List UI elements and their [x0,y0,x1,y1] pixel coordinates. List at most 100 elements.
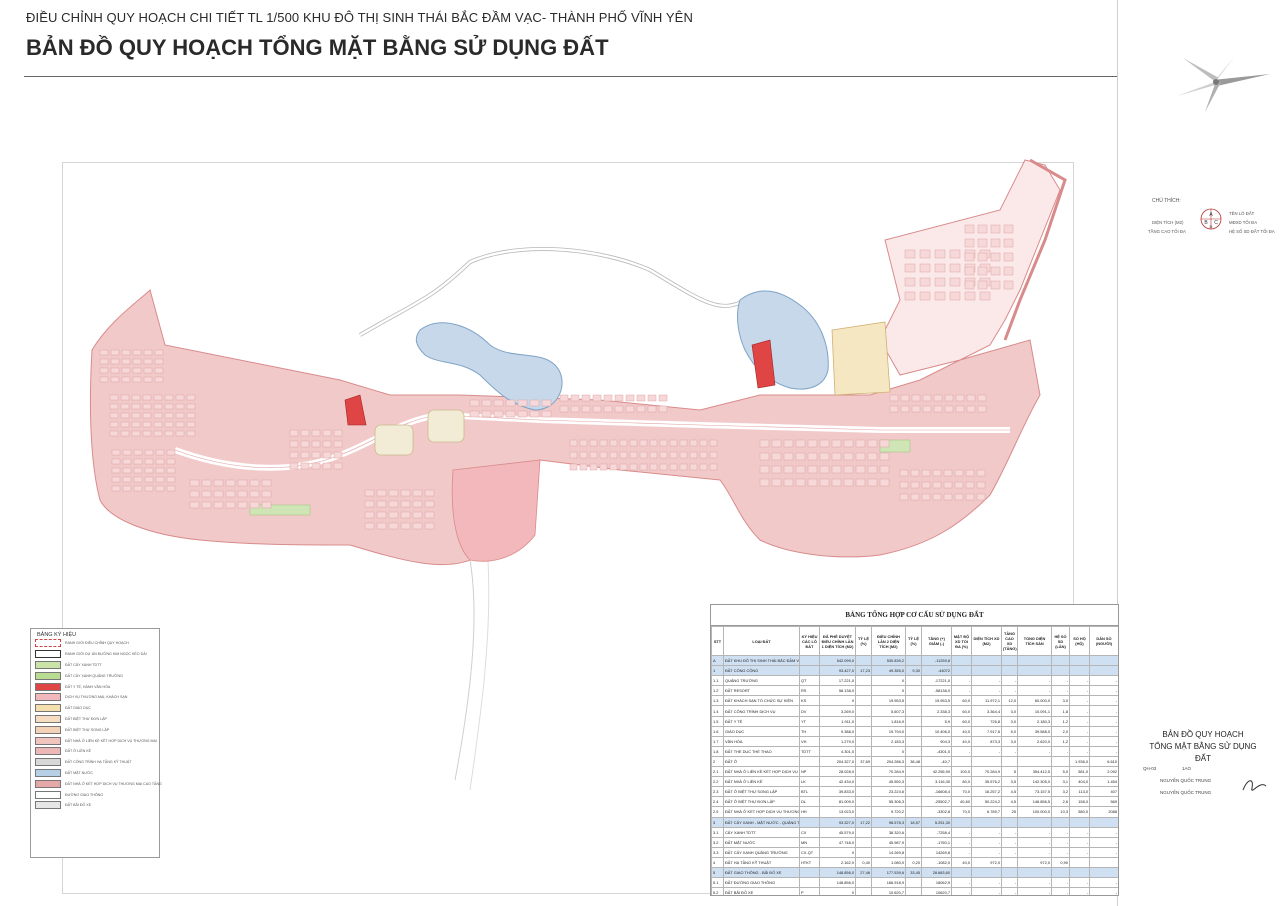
table-cell: 2.183,3 [871,735,906,747]
table-cell [855,887,872,895]
table-cell: 2088 [1089,806,1118,818]
residential-lot [469,410,480,418]
detached-villa-lot [965,481,975,489]
table-cell [855,877,872,889]
table-cell: -11259,8 [921,654,952,667]
residential-lot [659,439,668,447]
table-cell [905,654,922,667]
table-cell [1089,654,1118,667]
table-cell [905,846,922,858]
table-cell: 60,0 [951,715,972,727]
table-cell: - [1069,836,1090,848]
residential-lot [143,376,153,383]
table-cell: - [1051,675,1070,687]
residential-lot [609,463,618,471]
table-cell [855,826,872,838]
residential-lot [237,501,248,509]
table-cell: - [1069,735,1090,747]
table-cell: 28.683,60 [921,866,952,879]
detached-villa-lot [855,439,866,448]
residential-lot [709,463,718,471]
detached-villa-lot [819,465,830,474]
table-cell [799,866,820,879]
table-row: 3.1 CÂY XANH TDTT CX 45.579,0 38.320,6 -7258,… [711,826,1118,838]
residential-lot [333,440,343,448]
table-cell: 2.338,3 [921,705,952,717]
table-header-cell: TỶ LỆ (%) [855,626,872,656]
detached-villa-lot [855,478,866,487]
table-cell [905,836,922,848]
table-cell [855,705,872,717]
table-row: 1.2 ĐẤT RESORT RS 58.138,0 0 -58138,0- - - - - - - [711,685,1118,697]
table-cell: 40,0 [951,725,972,737]
table-cell: 17,22 [855,816,872,828]
table-cell: 5 [711,866,724,879]
northeast-lot [964,266,975,276]
table-cell: ĐẤT NHÀ Ở LIỀN KỀ KẾT HỢP DỊCH VỤ THƯƠNG… [723,766,800,778]
detached-villa-lot [783,465,794,474]
residential-lot [155,458,165,465]
table-cell: 50.224,2 [971,796,1002,808]
table-cell [855,745,872,757]
table-cell [951,816,972,828]
residential-lot [164,394,174,401]
table-cell: 10.620,7 [871,887,906,895]
table-cell [905,887,922,895]
table-cell: 5.2 [711,887,724,895]
table-cell [1017,816,1052,828]
residential-lot [609,451,618,459]
table-cell: 17,23 [855,665,872,677]
detached-villa-lot [921,493,931,501]
residential-lot [155,476,165,483]
residential-lot [122,485,132,492]
residential-lot [311,429,321,437]
residential-lot [529,399,540,407]
table-cell: 2.180,3 [1017,715,1052,727]
residential-lot [144,485,154,492]
detached-villa-lot [910,469,920,477]
table-cell: 580,0 [1069,806,1090,818]
residential-lot [213,490,224,498]
northeast-lot [977,280,988,290]
table-cell [1001,665,1018,677]
table-cell [971,816,1002,828]
table-cell: - [951,887,972,895]
residential-lot [911,394,921,402]
detached-villa-lot [771,465,782,474]
table-cell: 2.4 [711,796,724,808]
residential-lot [505,399,516,407]
table-cell: - [1001,685,1018,697]
residential-lot [424,489,435,497]
table-cell: 18,57 [905,816,922,828]
table-header-cell: TỔNG DIỆN TÍCH SÀN [1017,626,1052,656]
residential-lot [109,394,119,401]
table-cell [905,695,922,707]
signature-mark [1242,780,1267,791]
detached-villa-lot [867,452,878,461]
table-cell: 3,2 [1051,786,1070,798]
residential-lot [559,394,569,402]
residential-lot [122,449,132,456]
detached-villa-lot [783,478,794,487]
table-header-cell: TỶ LỆ (%) [905,626,922,656]
residential-lot [619,451,628,459]
table-cell: ĐẤT NHÀ Ở KẾT HỢP DỊCH VỤ THƯƠNG MẠI CAO… [723,806,800,818]
table-cell: RS [799,685,820,697]
note-area-label: DIỆN TÍCH (M2) [1152,220,1184,225]
residential-lot [517,410,528,418]
residential-lot [164,421,174,428]
table-cell: A [711,654,724,667]
table-cell: 33,45 [905,866,922,879]
table-cell: -44072 [921,665,952,677]
residential-lot [505,410,516,418]
table-cell: -16608,4 [921,786,952,798]
table-cell [799,877,820,889]
northeast-lot [1003,238,1014,248]
table-cell: 93.427,0 [819,665,856,677]
legend-item: ĐẤT BIỆT THỰ ĐƠN LẬP [31,714,159,725]
northeast-lot [977,252,988,262]
table-cell: 1.4 [711,705,724,717]
table-cell: BTL [799,786,820,798]
table-cell: 972,0 [971,856,1002,868]
detached-villa-lot [954,481,964,489]
